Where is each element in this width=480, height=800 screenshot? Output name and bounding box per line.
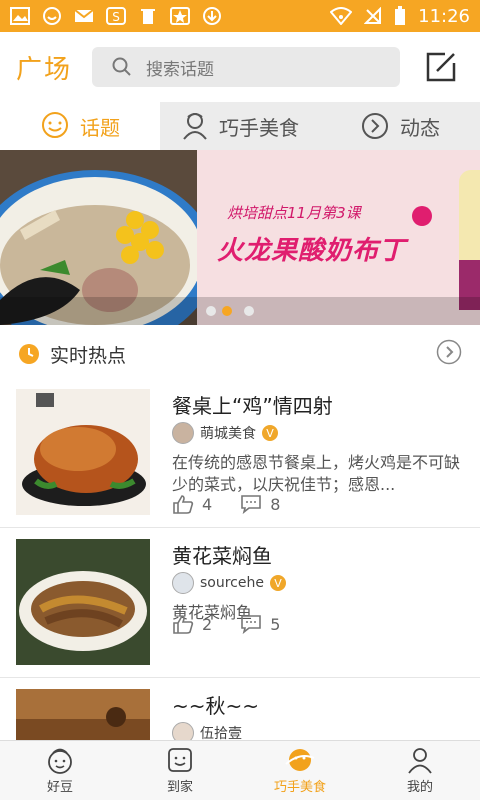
search-input[interactable]: 搜索话题 (92, 47, 400, 87)
carousel-dot[interactable] (244, 306, 254, 316)
post-stats: 2 5 (172, 614, 308, 634)
thumbs-up-icon (173, 495, 194, 514)
clock-icon (19, 344, 39, 364)
nav-label: 好豆 (46, 780, 73, 795)
avatar (172, 422, 194, 444)
post-list: 餐桌上“鸡”情四射 萌城美食 V 在传统的感恩节餐桌上，烤火鸡是不可缺少的菜式，… (0, 378, 480, 800)
comment-count: 5 (270, 614, 281, 634)
author-name: 萌城美食 (200, 426, 256, 442)
post-stats: 4 8 (172, 494, 308, 514)
comment-button[interactable]: 8 (240, 494, 280, 514)
post-author[interactable]: sourcehe V (172, 572, 286, 594)
tab-bar: 话题 巧手美食 动态 (0, 102, 480, 150)
star-badge-icon (170, 7, 190, 25)
battery-icon (395, 6, 406, 25)
thumbs-up-icon (173, 615, 194, 634)
tab-topics[interactable]: 话题 (0, 102, 160, 150)
comment-count: 8 (270, 494, 281, 514)
post-author[interactable]: 萌城美食 V (172, 422, 278, 444)
carousel-indicator (0, 297, 480, 325)
download-icon (203, 7, 221, 25)
chef-icon (183, 113, 207, 140)
page-title: 广场 (16, 54, 73, 85)
trash-icon (141, 9, 155, 24)
banner-headline: 火龙果酸奶布丁 (217, 236, 407, 266)
search-placeholder: 搜索话题 (146, 59, 214, 80)
status-time: 11:26 (418, 5, 470, 27)
planet-icon (285, 749, 315, 771)
chef-hat-icon (48, 748, 72, 774)
nav-profile[interactable]: 我的 (360, 741, 480, 800)
nav-delivery[interactable]: 到家 (120, 741, 240, 800)
author-name: sourcehe (200, 575, 264, 591)
post-thumbnail (16, 539, 150, 665)
mail-icon (74, 9, 94, 22)
nav-haodou[interactable]: 好豆 (0, 741, 120, 800)
section-title: 实时热点 (50, 344, 127, 367)
post-title: 黄花菜焖鱼 (172, 544, 272, 568)
comment-icon (241, 615, 261, 634)
smile-box-icon (168, 748, 192, 772)
list-item[interactable]: 黄花菜焖鱼 sourcehe V 黄花菜焖鱼 2 5 (0, 528, 480, 678)
nav-recipes[interactable]: 巧手美食 (240, 741, 360, 800)
svg-text:S: S (112, 10, 120, 24)
promo-carousel[interactable]: 烘培甜点11月第3课 火龙果酸奶布丁 (0, 150, 480, 325)
verified-badge-icon: V (262, 425, 278, 441)
person-icon (408, 748, 432, 774)
post-thumbnail (16, 389, 150, 515)
s-app-icon: S (106, 7, 126, 25)
tab-label: 动态 (400, 115, 440, 140)
nav-label: 到家 (166, 780, 193, 795)
tab-label: 话题 (80, 115, 120, 140)
like-count: 4 (202, 494, 213, 514)
no-signal-icon (364, 7, 382, 24)
carousel-dot[interactable] (206, 306, 216, 316)
comment-button[interactable]: 5 (240, 614, 280, 634)
compass-icon (362, 113, 388, 139)
like-button[interactable]: 4 (172, 494, 212, 514)
post-title: ~~秋~~ (172, 694, 260, 718)
hot-topics-header: 实时热点 (0, 334, 480, 374)
bottom-navigation: 好豆 到家 巧手美食 我的 (0, 740, 480, 800)
nav-label: 巧手美食 (273, 780, 326, 795)
emoji-icon (43, 7, 61, 25)
app-header: 广场 搜索话题 (0, 32, 480, 102)
verified-badge-icon: V (269, 575, 286, 591)
more-button[interactable] (436, 339, 462, 369)
like-button[interactable]: 2 (172, 614, 212, 634)
compose-icon (426, 52, 456, 82)
chat-icon (42, 112, 68, 138)
tab-recipes[interactable]: 巧手美食 (160, 102, 320, 150)
comment-icon (241, 495, 261, 514)
carousel-dot-active[interactable] (222, 306, 232, 316)
wifi-icon (330, 7, 353, 25)
nav-label: 我的 (406, 780, 433, 795)
compose-button[interactable] (422, 48, 460, 86)
image-icon (10, 7, 30, 25)
post-title: 餐桌上“鸡”情四射 (172, 394, 333, 418)
avatar (172, 572, 194, 594)
post-description: 在传统的感恩节餐桌上，烤火鸡是不可缺少的菜式，以庆祝佳节；感恩... (172, 453, 461, 494)
banner-subtitle: 烘培甜点11月第3课 (227, 204, 361, 222)
tab-label: 巧手美食 (219, 115, 299, 140)
chevron-right-icon (436, 339, 462, 365)
like-count: 2 (202, 614, 213, 634)
status-bar: S 11:26 (0, 0, 480, 32)
tab-feed[interactable]: 动态 (320, 102, 480, 150)
search-icon (112, 57, 131, 76)
list-item[interactable]: 餐桌上“鸡”情四射 萌城美食 V 在传统的感恩节餐桌上，烤火鸡是不可缺少的菜式，… (0, 378, 480, 528)
